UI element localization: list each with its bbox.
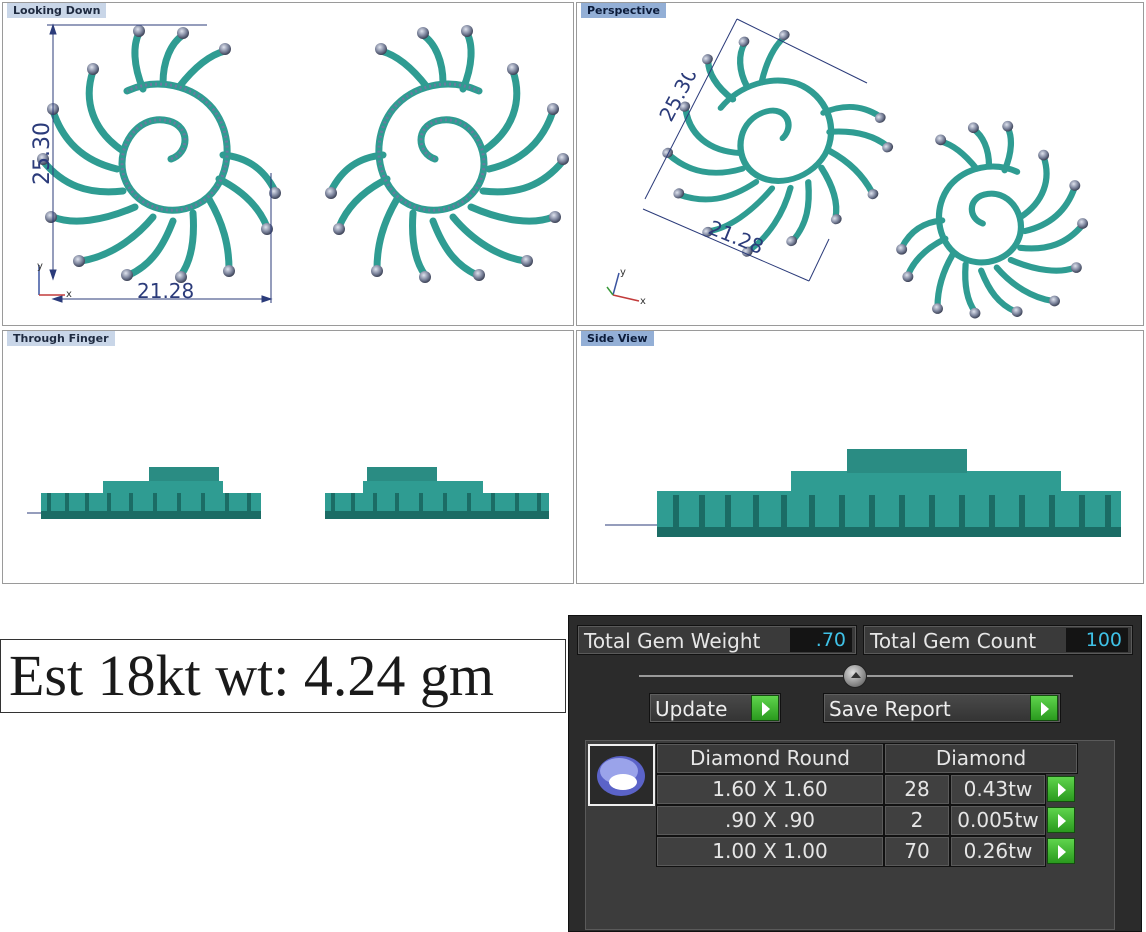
svg-text:y: y — [620, 267, 626, 278]
side-profile — [657, 449, 1121, 537]
svg-text:y: y — [37, 261, 43, 272]
total-gem-weight-label: Total Gem Weight — [584, 629, 761, 653]
spiral-earring-right-persp — [896, 120, 1089, 319]
axis-triad-icon: y x — [606, 267, 646, 307]
dim-diag-label-b: 21.28 — [705, 217, 767, 259]
total-gem-count-field: Total Gem Count 100 — [863, 625, 1133, 655]
table-header-shape: Diamond Round — [656, 743, 884, 774]
axis-triad-icon: y x — [37, 261, 72, 300]
table-header-type: Diamond — [884, 743, 1078, 774]
estimate-weight-box: Est 18kt wt: 4.24 gm — [0, 639, 566, 713]
table-row-size: .90 X .90 — [656, 805, 884, 836]
spiral-earring-right — [325, 25, 569, 283]
viewport-looking-down[interactable]: Looking Down 25.30 21.28 y x — [2, 2, 574, 326]
viewport-through-finger[interactable]: Through Finger — [2, 330, 574, 584]
dim-horizontal-label: 21.28 — [137, 279, 195, 303]
svg-text:21.28: 21.28 — [705, 217, 767, 259]
table-row-count: 28 — [884, 774, 950, 805]
total-gem-count-value: 100 — [1066, 628, 1128, 652]
model-render-perspective — [642, 18, 1089, 319]
svg-text:x: x — [640, 296, 646, 307]
round-diamond-icon — [588, 744, 655, 806]
viewport-label: Looking Down — [7, 3, 107, 18]
model-render-side — [605, 449, 1121, 537]
save-report-button-label: Save Report — [829, 697, 951, 721]
total-gem-weight-field: Total Gem Weight .70 — [577, 625, 857, 655]
update-button[interactable]: Update — [649, 693, 781, 723]
total-gem-count-label: Total Gem Count — [870, 629, 1037, 653]
table-row-weight: 0.43tw — [950, 774, 1046, 805]
row-play-arrow-icon[interactable] — [1047, 807, 1075, 833]
viewport-label: Side View — [581, 331, 654, 346]
front-profile-left — [41, 467, 261, 519]
viewport-label: Through Finger — [7, 331, 115, 346]
svg-text:25.30: 25.30 — [657, 73, 702, 125]
total-gem-weight-value: .70 — [790, 628, 852, 652]
model-render-top — [37, 23, 569, 303]
table-row-size: 1.00 X 1.00 — [656, 836, 884, 867]
spiral-earring-left — [37, 25, 281, 283]
play-arrow-icon[interactable] — [751, 695, 779, 721]
table-row-size: 1.60 X 1.60 — [656, 774, 884, 805]
viewport-side-view[interactable]: Side View — [576, 330, 1144, 584]
viewport-label: Perspective — [581, 3, 667, 18]
save-report-button[interactable]: Save Report — [823, 693, 1061, 723]
table-row-weight: 0.005tw — [950, 805, 1046, 836]
estimate-weight-text: Est 18kt wt: 4.24 gm — [9, 643, 494, 708]
svg-text:25.30: 25.30 — [30, 123, 55, 185]
dim-diag-label-a: 25.30 — [657, 73, 702, 125]
dim-vertical-label: 25.30 — [30, 123, 55, 185]
table-row-weight: 0.26tw — [950, 836, 1046, 867]
gem-table: Diamond Round Diamond 1.60 X 1.60 28 0.4… — [585, 740, 1115, 930]
row-play-arrow-icon[interactable] — [1047, 838, 1075, 864]
viewport-perspective[interactable]: Perspective 25.30 21.28 y x — [576, 2, 1144, 326]
svg-text:x: x — [66, 289, 72, 300]
play-arrow-icon[interactable] — [1030, 695, 1058, 721]
spiral-earring-left-persp — [662, 30, 894, 257]
row-play-arrow-icon[interactable] — [1047, 776, 1075, 802]
table-row-count: 70 — [884, 836, 950, 867]
model-render-front — [27, 467, 549, 519]
slider-handle[interactable] — [843, 664, 867, 688]
gem-report-panel: Total Gem Weight .70 Total Gem Count 100… — [568, 615, 1142, 932]
front-profile-right — [325, 467, 549, 519]
table-row-count: 2 — [884, 805, 950, 836]
update-button-label: Update — [655, 697, 728, 721]
